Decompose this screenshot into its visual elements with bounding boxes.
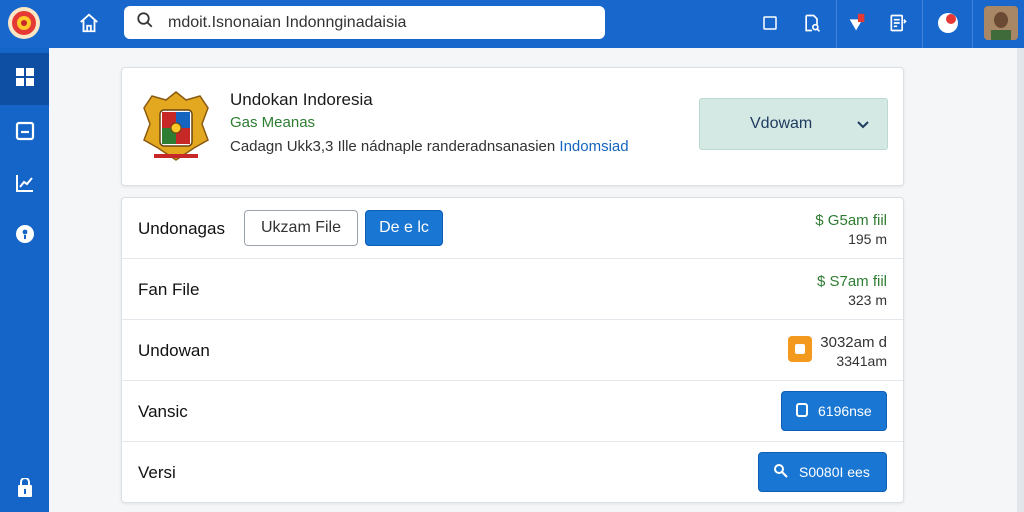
top-bar: [0, 0, 1024, 48]
sidebar-item-dashboard[interactable]: [0, 53, 49, 105]
chevron-down-icon: [855, 116, 871, 132]
detail-button[interactable]: De e lc: [365, 210, 443, 246]
row-label: Vansic: [138, 402, 188, 421]
sidebar-item-help[interactable]: [0, 210, 49, 262]
sidebar: [0, 48, 49, 512]
warning-badge-icon: [788, 336, 812, 362]
org-subtitle: Gas Meanas: [230, 114, 316, 131]
list-item: Undonagas Ukzam File De e lc $ G5am fiil…: [122, 198, 903, 259]
document-icon[interactable]: [886, 11, 910, 35]
card-icon: [15, 121, 35, 146]
search-box[interactable]: [124, 6, 605, 39]
search-icon: [136, 11, 154, 34]
row-value: $ S7am fiil: [816, 273, 887, 290]
file-list-card: Undonagas Ukzam File De e lc $ G5am fiil…: [121, 197, 904, 503]
sidebar-item-lock[interactable]: [0, 464, 49, 512]
dashboard-icon: [15, 67, 35, 92]
version-button[interactable]: 6196nse: [781, 391, 887, 431]
row-label: Undonagas: [138, 219, 225, 238]
sidebar-item-chart[interactable]: [0, 159, 49, 211]
list-item: Vansic 6196nse: [122, 381, 903, 442]
download-dropdown[interactable]: Vdowam: [699, 98, 888, 150]
chart-icon: [15, 173, 35, 198]
folder-icon[interactable]: [758, 11, 782, 35]
scrollbar[interactable]: [1017, 48, 1024, 512]
search-input[interactable]: [168, 13, 605, 32]
app-logo[interactable]: [8, 7, 40, 39]
help-icon: [15, 224, 35, 249]
notification-icon[interactable]: [936, 11, 960, 35]
list-item: Versi S0080I ees: [122, 442, 903, 502]
search-version-button[interactable]: S0080I ees: [758, 452, 887, 492]
row-value: 3032am d: [820, 334, 887, 351]
search-version-button-label: S0080I ees: [799, 464, 870, 480]
org-description: Cadagn Ukk3,3 Ille nádnaple randeradnsan…: [230, 138, 629, 155]
org-description-text: Cadagn Ukk3,3 Ille nádnaple randeradnsan…: [230, 138, 556, 155]
upload-file-button[interactable]: Ukzam File: [244, 210, 358, 246]
flag-icon[interactable]: [845, 11, 869, 35]
avatar[interactable]: [984, 6, 1018, 40]
row-label: Versi: [138, 463, 176, 482]
row-label: Fan File: [138, 280, 200, 299]
org-title: Undokan Indoresia: [230, 90, 373, 109]
coat-of-arms-logo: [138, 86, 214, 166]
square-icon: [796, 402, 808, 420]
org-header-card: Undokan Indoresia Gas Meanas Cadagn Ukk3…: [121, 67, 904, 186]
org-description-link[interactable]: Indomsiad: [559, 138, 628, 155]
search-icon: [773, 463, 789, 482]
list-item: Fan File $ S7am fiil 323 m: [122, 259, 903, 320]
row-sub-value: 3341am: [836, 353, 887, 369]
row-sub-value: 323 m: [848, 292, 887, 308]
lock-icon: [16, 476, 34, 503]
sidebar-item-card[interactable]: [0, 107, 49, 159]
row-value: $ G5am fiil: [815, 212, 887, 229]
row-sub-value: 195 m: [848, 231, 887, 247]
list-item: Undowan 3032am d 3341am: [122, 320, 903, 381]
version-button-label: 6196nse: [818, 403, 872, 419]
dropdown-label: Vdowam: [750, 115, 813, 132]
home-icon[interactable]: [76, 10, 102, 36]
row-label: Undowan: [138, 341, 210, 360]
file-search-icon[interactable]: [800, 11, 824, 35]
